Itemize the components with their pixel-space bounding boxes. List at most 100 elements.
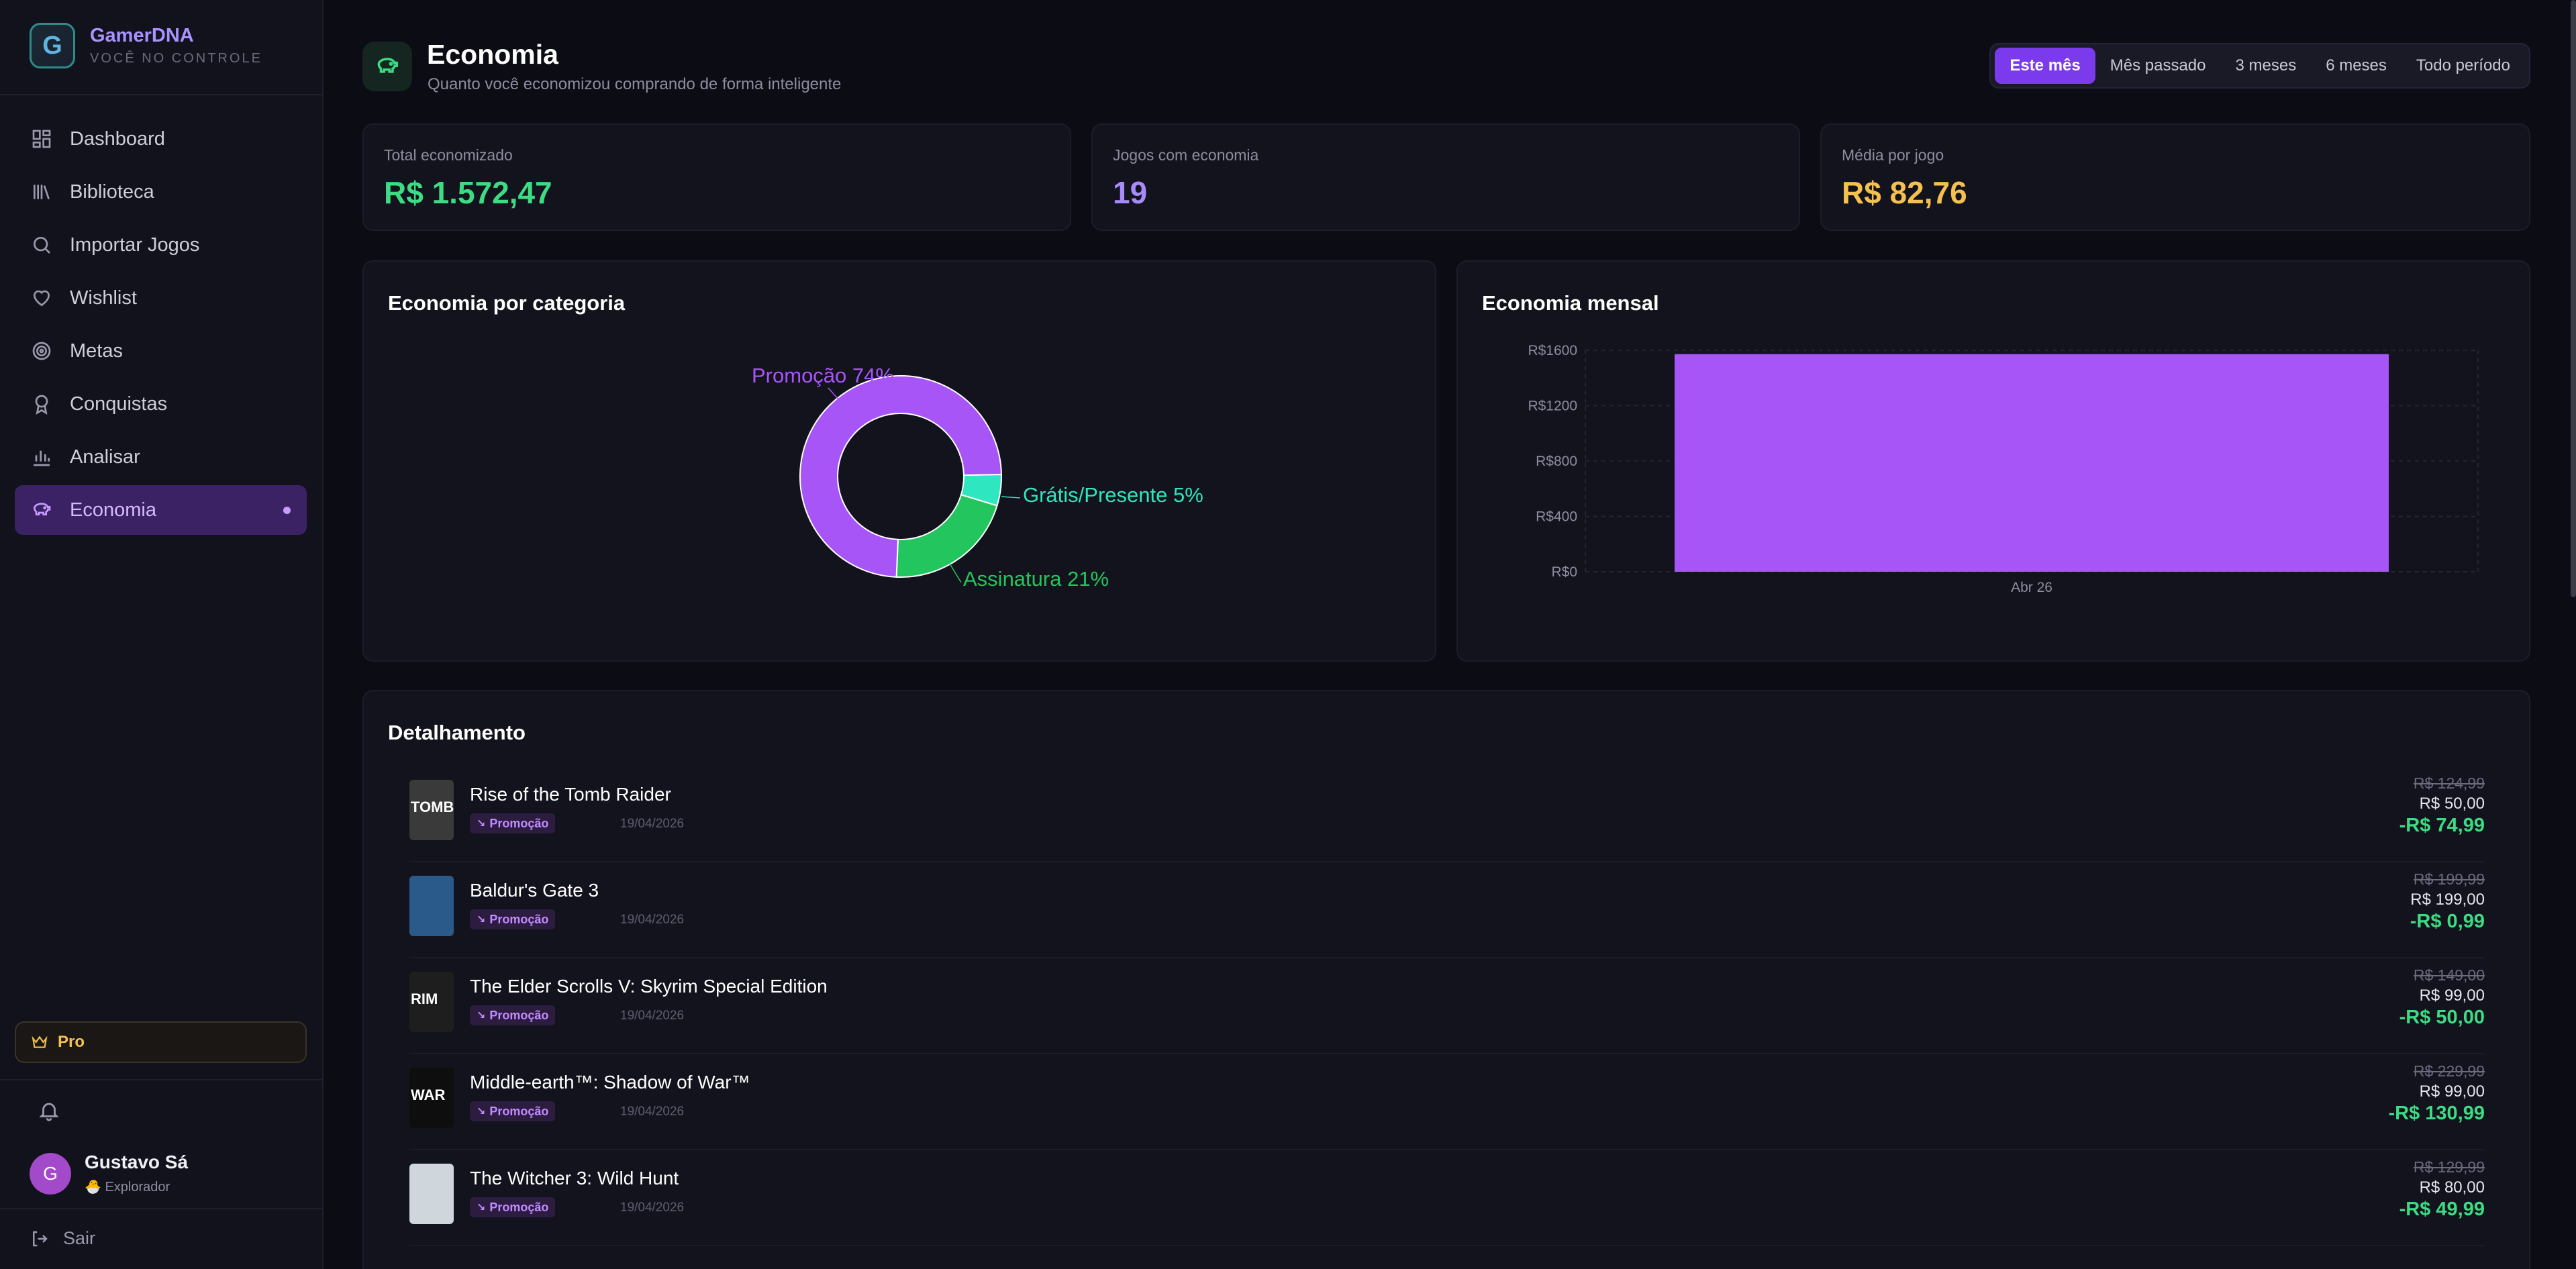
- game-cover: RIM: [409, 972, 454, 1032]
- piggy-bank-icon: [33, 503, 51, 515]
- list-item[interactable]: The Witcher 3: Wild Hunt ↘ Promoção 19/04/2…: [409, 1150, 2485, 1246]
- sidebar-item-dashboard[interactable]: Dashboard: [15, 114, 307, 164]
- search-icon: [34, 237, 50, 254]
- category-tag-label: Promoção: [489, 1104, 549, 1118]
- cover-text: TOMB: [411, 799, 454, 815]
- brand-tagline: VOCÊ NO CONTROLE: [90, 51, 262, 66]
- monthly-chart-card: Economia mensal R$0 R$400 R$800 R$1200 R$160…: [1456, 260, 2530, 662]
- sidebar-item-wishlist[interactable]: Wishlist: [15, 273, 307, 323]
- stat-label: Média por jogo: [1842, 146, 1944, 164]
- sidebar-item-biblioteca[interactable]: Biblioteca: [15, 167, 307, 217]
- page-subtitle: Quanto você economizou comprando de form…: [428, 75, 842, 93]
- sidebar-item-label: Conquistas: [70, 393, 168, 415]
- period-este-mes[interactable]: Este mês: [1995, 48, 2095, 84]
- donut-slice-label: Assinatura 21%: [963, 567, 1109, 591]
- sidebar-item-metas[interactable]: Metas: [15, 326, 307, 376]
- period-mes-passado[interactable]: Mês passado: [2095, 48, 2221, 84]
- category-tag: ↘ Promoção: [470, 813, 556, 833]
- bar-chart-icon: [34, 450, 50, 466]
- category-tag: ↘ Promoção: [470, 1005, 556, 1025]
- active-indicator: [283, 507, 291, 514]
- brand-name: GamerDNA: [90, 25, 194, 46]
- award-icon: [35, 395, 48, 415]
- category-tag-label: Promoção: [489, 1008, 549, 1022]
- donut-leader-line: [1001, 496, 1021, 499]
- sidebar-item-conquistas[interactable]: Conquistas: [15, 379, 307, 429]
- savings-amount: -R$ 49,99: [2399, 1199, 2485, 1220]
- game-name: The Elder Scrolls V: Skyrim Special Edit…: [470, 976, 828, 997]
- category-chart-card: Economia por categoria Grátis/Presente 5…: [362, 260, 1436, 662]
- bar[interactable]: [1675, 354, 2389, 572]
- category-donut-chart: Grátis/Presente 5% Assinatura 21% Promoção…: [752, 364, 1203, 591]
- brand[interactable]: G GamerDNA VOCÊ NO CONTROLE: [30, 23, 262, 68]
- user-role: 🐣 Explorador: [85, 1180, 170, 1195]
- sidebar-item-label: Importar Jogos: [70, 234, 200, 256]
- card-title: Detalhamento: [388, 721, 526, 744]
- period-todo-periodo[interactable]: Todo período: [2401, 48, 2525, 84]
- game-name: The Witcher 3: Wild Hunt: [470, 1168, 679, 1188]
- category-tag-label: Promoção: [489, 816, 549, 830]
- logout-button[interactable]: Sair: [30, 1228, 95, 1249]
- stat-label: Jogos com economia: [1113, 146, 1259, 164]
- sidebar: G GamerDNA VOCÊ NO CONTROLE Dashboard Bi…: [0, 0, 324, 1269]
- avatar: G: [30, 1152, 71, 1195]
- stat-card-total: Total economizado R$ 1.572,47: [362, 123, 1071, 231]
- purchase-date: 19/04/2026: [620, 817, 685, 831]
- game-name: Middle-earth™: Shadow of War™: [470, 1072, 750, 1093]
- stat-card-jogos: Jogos com economia 19: [1091, 123, 1800, 231]
- category-tag-label: Promoção: [489, 1200, 549, 1214]
- period-3-meses[interactable]: 3 meses: [2220, 48, 2311, 84]
- sidebar-item-importar-jogos[interactable]: Importar Jogos: [15, 220, 307, 270]
- trending-down-icon: ↘: [477, 818, 486, 829]
- original-price: R$ 129,99: [2413, 1158, 2485, 1176]
- game-name: Rise of the Tomb Raider: [470, 784, 671, 805]
- sidebar-item-label: Economia: [70, 499, 156, 521]
- sidebar-item-analisar[interactable]: Analisar: [15, 432, 307, 482]
- category-tag: ↘ Promoção: [470, 1101, 556, 1121]
- game-cover: WAR: [409, 1068, 454, 1128]
- donut-leader-line: [828, 387, 839, 400]
- list-item[interactable]: WAR Middle-earth™: Shadow of War™ ↘ Promoçã…: [409, 1054, 2485, 1150]
- donut-slice-label: Promoção 74%: [752, 364, 894, 387]
- sidebar-nav: Dashboard Biblioteca Importar Jogos Wish…: [15, 114, 307, 538]
- trending-down-icon: ↘: [477, 1010, 486, 1021]
- y-tick-label: R$0: [1551, 564, 1577, 580]
- paid-price: R$ 80,00: [2419, 1178, 2485, 1197]
- list-item[interactable]: Baldur's Gate 3 ↘ Promoção 19/04/2026 R$ 199…: [409, 862, 2485, 958]
- page-scrollbar[interactable]: [2571, 0, 2576, 597]
- list-item[interactable]: TOMB Rise of the Tomb Raider ↘ Promoção 19/0…: [409, 766, 2485, 862]
- purchase-date: 19/04/2026: [620, 913, 685, 927]
- stat-card-media: Média por jogo R$ 82,76: [1820, 123, 2530, 231]
- bell-icon[interactable]: [38, 1099, 60, 1122]
- monthly-bar-chart: R$0 R$400 R$800 R$1200 R$1600 Abr 26: [1528, 343, 2479, 595]
- original-price: R$ 124,99: [2413, 774, 2485, 792]
- original-price: R$ 199,99: [2413, 870, 2485, 888]
- logout-icon: [33, 1231, 48, 1246]
- purchase-date: 19/04/2026: [620, 1105, 685, 1119]
- sidebar-item-label: Wishlist: [70, 287, 137, 309]
- pro-badge[interactable]: Pro: [15, 1021, 307, 1063]
- user-profile[interactable]: G Gustavo Sá 🐣 Explorador: [30, 1152, 188, 1195]
- paid-price: R$ 50,00: [2419, 795, 2485, 813]
- trending-down-icon: ↘: [477, 1106, 486, 1117]
- sidebar-item-economia[interactable]: Economia: [15, 485, 307, 535]
- paid-price: R$ 199,00: [2410, 891, 2485, 909]
- savings-amount: -R$ 130,99: [2388, 1103, 2485, 1124]
- stat-value: R$ 1.572,47: [384, 175, 552, 210]
- savings-amount: -R$ 74,99: [2399, 815, 2485, 836]
- purchase-date: 19/04/2026: [620, 1201, 685, 1215]
- page-title: Economia: [427, 39, 558, 70]
- donut-slice[interactable]: [895, 494, 998, 578]
- game-cover: TOMB: [409, 780, 454, 840]
- category-tag-label: Promoção: [489, 912, 549, 926]
- paid-price: R$ 99,00: [2419, 1082, 2485, 1101]
- paid-price: R$ 99,00: [2419, 986, 2485, 1005]
- sidebar-item-label: Metas: [70, 340, 123, 362]
- y-tick-label: R$800: [1536, 454, 1577, 469]
- period-6-meses[interactable]: 6 meses: [2311, 48, 2401, 84]
- sidebar-item-label: Biblioteca: [70, 181, 154, 203]
- list-item[interactable]: RIM The Elder Scrolls V: Skyrim Special E…: [409, 958, 2485, 1054]
- brand-logo: G: [30, 23, 75, 68]
- game-cover: [409, 1164, 454, 1224]
- category-tag: ↘ Promoção: [470, 909, 556, 929]
